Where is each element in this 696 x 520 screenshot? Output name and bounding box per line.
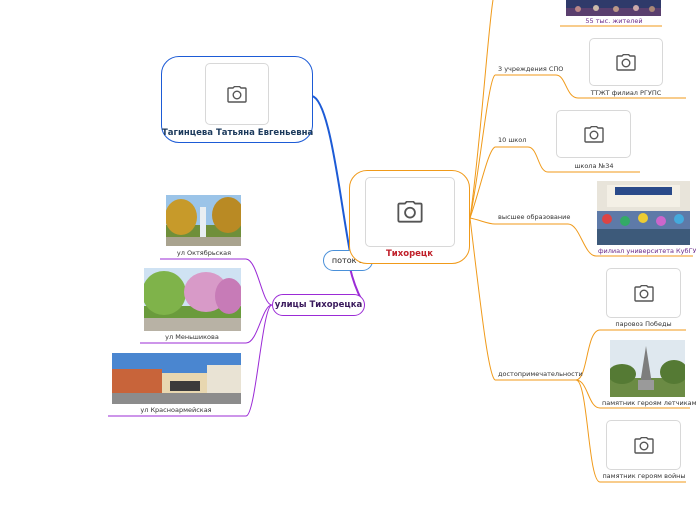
city-branch-label-5: достопримечательности — [498, 370, 583, 378]
street-label-2: ул Меньшикова — [165, 333, 219, 341]
building-street-photo — [112, 353, 241, 404]
city-child-label-2: ТТЖТ филиал РГУПС — [590, 89, 662, 97]
city-topic-label: Тихорецк — [386, 249, 433, 259]
camera-icon — [397, 201, 423, 223]
fountain-park-photo — [166, 195, 241, 246]
street-label-1: ул Октябрьская — [176, 249, 232, 257]
city-branch-label-3: 10 школ — [498, 136, 527, 144]
person-image-placeholder — [205, 63, 269, 125]
streets-topic-label: улицы Тихорецка — [274, 300, 363, 310]
city-branch-label-4: высшее образование — [498, 213, 571, 221]
city-branch-label-2: 3 учреждения СПО — [498, 65, 564, 73]
blossoming-alley-photo — [144, 268, 241, 331]
landmark-label-1: паровоз Победы — [615, 320, 672, 328]
school-image-placeholder — [556, 110, 631, 158]
crowd-photo — [566, 0, 661, 16]
camera-icon — [633, 436, 654, 454]
person-topic[interactable]: Тагинцева Татьяна Евгеньевна — [161, 56, 313, 143]
camera-icon — [227, 85, 247, 103]
camera-icon — [633, 284, 654, 302]
city-child-label-1: 55 тыс. жителей — [585, 17, 643, 25]
spo-image-placeholder — [589, 38, 663, 86]
city-child-label-3: школа №34 — [574, 162, 614, 170]
landmark-label-2: памятник героям летчикам — [602, 399, 696, 407]
street-label-3: ул Красноармейская — [140, 406, 212, 414]
person-topic-label: Тагинцева Татьяна Евгеньевна — [162, 128, 314, 138]
city-child-label-4: филиал университета КубГУ — [598, 247, 696, 255]
city-image-placeholder — [365, 177, 455, 247]
streets-topic[interactable]: улицы Тихорецка — [272, 294, 365, 316]
city-topic[interactable]: Тихорецк — [349, 170, 470, 264]
war-monument-image-placeholder — [606, 420, 681, 470]
aviators-monument-photo — [610, 340, 685, 397]
university-group-photo — [597, 181, 690, 245]
locomotive-image-placeholder — [606, 268, 681, 318]
camera-icon — [583, 125, 604, 143]
link-central-person — [311, 95, 351, 253]
landmark-label-3: памятник героям войны — [602, 472, 686, 480]
camera-icon — [616, 53, 636, 71]
